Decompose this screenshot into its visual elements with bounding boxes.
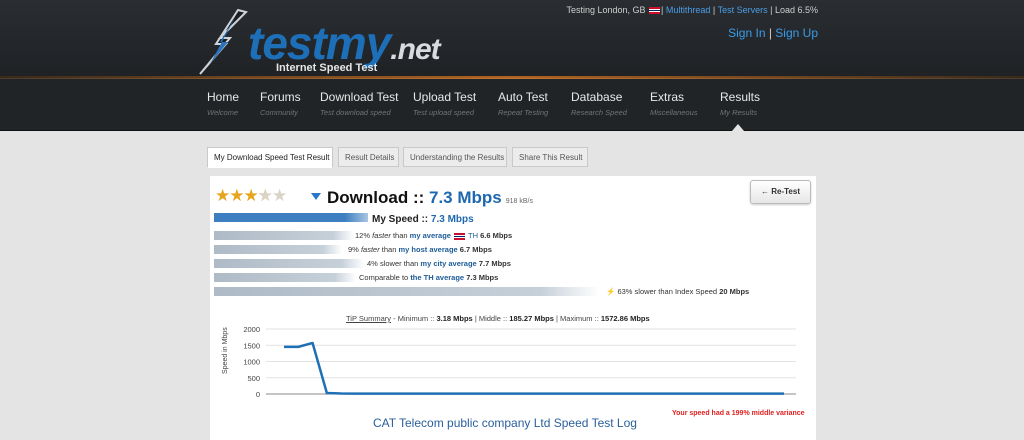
lightning-logo-icon	[199, 8, 248, 75]
chart-y-tick-label: 1000	[243, 358, 260, 367]
tab-share-result[interactable]: Share This Result	[512, 147, 588, 167]
empty-star-icon: ★	[257, 186, 273, 205]
download-speed-value: 7.3 Mbps	[429, 188, 502, 207]
sign-up-link[interactable]: Sign Up	[775, 26, 818, 40]
status-location: Testing London, GB	[566, 5, 646, 15]
main-nav: Home Welcome Forums Community Download Tes…	[0, 79, 1024, 131]
site-logo[interactable]: testmy.net Internet Speed Test	[196, 8, 456, 78]
nav-upload-test[interactable]: Upload Test Test upload speed	[413, 90, 476, 117]
nav-home[interactable]: Home Welcome	[207, 90, 239, 117]
my-speed-bar	[214, 213, 368, 222]
tab-result-details[interactable]: Result Details	[338, 147, 399, 167]
my-speed-label: My Speed :: 7.3 Mbps	[372, 214, 474, 225]
index-bar	[214, 287, 599, 296]
uk-flag-icon	[454, 232, 466, 240]
lightning-icon: ⚡	[606, 287, 616, 296]
star-icon: ★★★	[215, 186, 259, 205]
rating-stars: ★★★★★★	[215, 186, 287, 206]
variance-note: Your speed had a 199% middle variance	[672, 410, 805, 417]
download-arrow-icon	[311, 193, 321, 200]
chart-y-tick-label: 500	[247, 374, 260, 383]
multithread-link[interactable]: Multithread	[666, 5, 711, 15]
comparison-row-country: Comparable to the TH average 7.3 Mbps	[359, 273, 499, 282]
my-average-link[interactable]: my average	[410, 231, 451, 240]
speed-chart: 0 500 1000 1500 2000	[243, 325, 796, 399]
tab-download-result[interactable]: My Download Speed Test Result	[207, 147, 333, 168]
server-status: Testing London, GB | Multithread | Test …	[566, 5, 818, 15]
active-nav-caret-icon	[732, 124, 744, 131]
nav-forums[interactable]: Forums Community	[260, 90, 301, 117]
empty-star-icon: ★	[271, 186, 287, 205]
download-result-title: Download :: 7.3 Mbps 918 kB/s	[327, 188, 533, 207]
tab-understanding-results[interactable]: Understanding the Results	[403, 147, 507, 167]
nav-database[interactable]: Database Research Speed	[571, 90, 627, 117]
result-panel: ★★★★★★ Download :: 7.3 Mbps 918 kB/s ← Re…	[210, 176, 816, 440]
comparison-bar	[214, 231, 354, 240]
host-average-link[interactable]: my host average	[399, 245, 458, 254]
country-average-link[interactable]: the TH average	[410, 273, 464, 282]
server-load: Load 6.5%	[774, 5, 818, 15]
comparison-row-city: 4% slower than my city average 7.7 Mbps	[367, 259, 511, 268]
auth-links: Sign In | Sign Up	[728, 26, 818, 40]
speed-log-title: CAT Telecom public company Ltd Speed Tes…	[373, 416, 637, 430]
speed-series-line	[284, 341, 784, 395]
download-kbps: 918 kB/s	[505, 198, 533, 205]
uk-flag-icon	[649, 7, 661, 15]
sign-in-link[interactable]: Sign In	[728, 26, 765, 40]
comparison-bar	[214, 259, 364, 268]
chart-y-tick-label: 1500	[243, 341, 260, 350]
chart-y-tick-label: 2000	[243, 325, 260, 334]
logo-tagline: Internet Speed Test	[276, 62, 378, 74]
comparison-bar	[214, 273, 356, 282]
city-average-link[interactable]: my city average	[420, 259, 476, 268]
nav-extras[interactable]: Extras Miscellaneous	[650, 90, 698, 117]
nav-results[interactable]: Results My Results	[720, 90, 760, 117]
comparison-row-host: 9% faster than my host average 6.7 Mbps	[348, 245, 492, 254]
site-header	[0, 0, 1024, 78]
comparison-bar	[214, 245, 342, 254]
nav-download-test[interactable]: Download Test Test download speed	[320, 90, 399, 117]
index-speed-row: ⚡ 63% slower than Index Speed 20 Mbps	[606, 287, 750, 296]
comparison-row-average: 12% faster than my average TH 6.6 Mbps	[355, 231, 513, 240]
retest-button[interactable]: ← Re-Test	[750, 180, 811, 204]
nav-auto-test[interactable]: Auto Test Repeat Testing	[498, 90, 548, 117]
test-servers-link[interactable]: Test Servers	[718, 5, 768, 15]
chart-y-tick-label: 0	[256, 390, 260, 399]
